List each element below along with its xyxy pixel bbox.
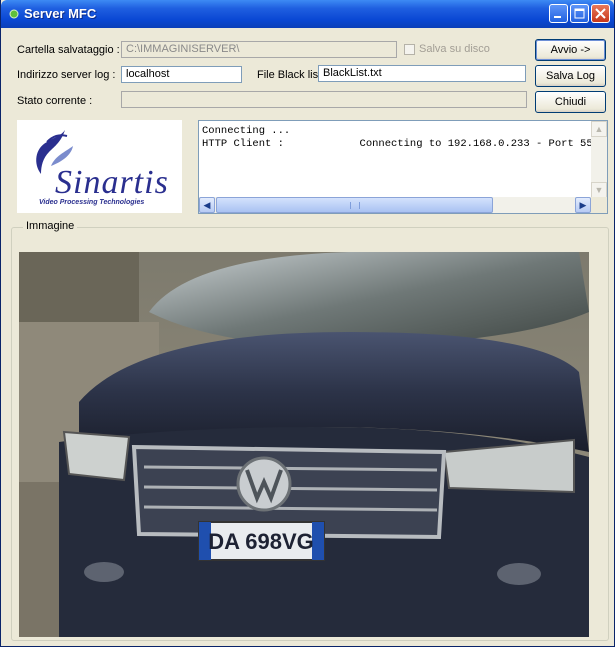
camera-image: DA 698VG (19, 252, 589, 637)
close-app-button[interactable]: Chiudi (535, 91, 606, 113)
current-state-label: Stato corrente : (17, 95, 93, 107)
license-plate: DA 698VG (208, 529, 314, 554)
current-state-field (121, 91, 527, 108)
thumb-grip-icon (350, 202, 360, 209)
scroll-thumb[interactable] (216, 197, 493, 213)
logo-name: Sinartis (55, 164, 169, 201)
log-horizontal-scrollbar[interactable]: ◀ ▶ (199, 197, 607, 213)
save-folder-field[interactable]: C:\IMMAGINISERVER\ (121, 41, 397, 58)
image-group-title: Immagine (23, 220, 78, 232)
save-to-disk-checkbox[interactable] (404, 44, 415, 55)
close-button[interactable] (591, 4, 610, 23)
maximize-icon (574, 8, 585, 19)
log-line: HTTP Client : Connecting to 192.168.0.23… (202, 138, 599, 150)
minimize-button[interactable] (549, 4, 568, 23)
scroll-corner (591, 197, 607, 213)
scroll-left-icon[interactable]: ◀ (199, 197, 215, 213)
log-line: Connecting ... (202, 125, 291, 137)
log-output[interactable]: Connecting ... HTTP Client : Connecting … (198, 120, 608, 214)
main-window: Server MFC Cartella salvataggio : C:\IMM… (0, 0, 615, 647)
scroll-up-icon[interactable]: ▲ (591, 121, 607, 137)
minimize-icon (554, 16, 561, 18)
sinartis-logo: Sinartis Video Processing Technologies (17, 120, 182, 213)
log-server-label: Indirizzo server log : (17, 69, 116, 81)
scroll-right-icon[interactable]: ▶ (575, 197, 591, 213)
log-server-input[interactable]: localhost (121, 66, 242, 83)
logo-tagline: Video Processing Technologies (39, 199, 145, 206)
title-bar[interactable]: Server MFC (1, 0, 614, 28)
log-vertical-scrollbar[interactable]: ▲ ▼ (591, 121, 607, 198)
app-icon (8, 8, 20, 20)
close-icon (595, 8, 606, 19)
start-button[interactable]: Avvio -> (535, 39, 606, 61)
scroll-down-icon[interactable]: ▼ (591, 182, 607, 198)
save-folder-label: Cartella salvataggio : (17, 44, 120, 56)
blacklist-label: File Black list : (257, 69, 328, 81)
blacklist-input[interactable]: BlackList.txt (318, 65, 526, 82)
maximize-button[interactable] (570, 4, 589, 23)
save-to-disk-label: Salva su disco (419, 43, 490, 55)
window-title: Server MFC (24, 6, 97, 21)
save-log-button[interactable]: Salva Log (535, 65, 606, 87)
